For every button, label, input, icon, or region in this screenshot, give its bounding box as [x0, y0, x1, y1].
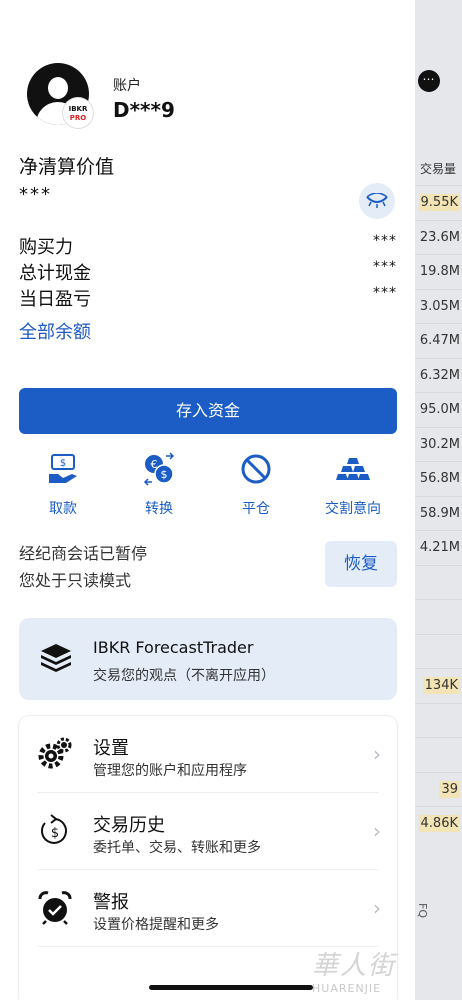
- forecast-trader-subtitle: 交易您的观点（不离开应用）: [93, 668, 275, 684]
- delivery-intent-label: 交割意向: [325, 501, 381, 517]
- trade-history-title: 交易历史: [93, 815, 165, 836]
- volume-row[interactable]: 95.0M: [415, 392, 462, 426]
- net-liquidation-label: 净清算价值: [19, 156, 115, 178]
- volume-row[interactable]: 56.8M: [415, 461, 462, 495]
- buying-power-value: ***: [373, 233, 397, 249]
- stack-layers-icon: [39, 642, 73, 676]
- volume-row[interactable]: [415, 702, 462, 737]
- svg-text:$: $: [60, 458, 66, 469]
- volume-value: 39: [439, 780, 460, 798]
- daily-pnl-value: ***: [373, 285, 397, 301]
- volume-row[interactable]: 6.32M: [415, 357, 462, 392]
- all-balances-link[interactable]: 全部余额: [19, 318, 91, 344]
- gold-bars-icon: [336, 452, 370, 486]
- delivery-intent-action[interactable]: 交割意向: [313, 452, 393, 518]
- total-cash-value: ***: [373, 259, 397, 275]
- withdraw-label: 取款: [49, 501, 77, 517]
- volume-value: 6.47M: [419, 333, 460, 348]
- alarm-clock-icon: [37, 890, 73, 926]
- gears-icon: [37, 736, 73, 772]
- settings-title: 设置: [93, 738, 129, 759]
- total-cash-label: 总计现金: [19, 263, 91, 284]
- faq-side-label[interactable]: FQ: [416, 903, 429, 918]
- volume-row[interactable]: 134K: [415, 668, 462, 702]
- deposit-funds-button[interactable]: 存入资金: [19, 388, 397, 434]
- more-icon[interactable]: ⋯: [418, 70, 440, 92]
- chevron-right-icon: ›: [373, 742, 381, 766]
- svg-text:$: $: [161, 468, 168, 481]
- volume-value: 30.2M: [419, 436, 460, 452]
- volume-value: 4.21M: [419, 540, 460, 555]
- hide-values-button[interactable]: [359, 183, 395, 219]
- buying-power-label: 购买力: [19, 237, 73, 258]
- read-only-mode-text: 您处于只读模式: [19, 571, 132, 590]
- buying-power-row: 购买力 ***: [19, 233, 397, 259]
- daily-pnl-row: 当日盈亏 ***: [19, 285, 397, 311]
- menu-item-alerts[interactable]: 警报 设置价格提醒和更多 ›: [19, 870, 397, 946]
- volume-value: 56.8M: [419, 471, 460, 486]
- volume-row[interactable]: 58.9M: [415, 495, 462, 530]
- close-position-label: 平仓: [242, 501, 270, 517]
- close-position-icon: [239, 452, 273, 486]
- menu-item-settings[interactable]: 设置 管理您的账户和应用程序 ›: [19, 716, 397, 792]
- home-indicator[interactable]: [149, 985, 313, 990]
- withdraw-action[interactable]: $ 取款: [23, 452, 103, 518]
- forecast-trader-card[interactable]: IBKR ForecastTrader 交易您的观点（不离开应用）: [19, 618, 397, 700]
- volume-row[interactable]: 9.55K: [415, 185, 462, 219]
- daily-pnl-label: 当日盈亏: [19, 289, 91, 310]
- account-drawer: IBKR PRO 账户 D***9 净清算价值 *** 购买力 *** 总计现金…: [0, 0, 415, 1000]
- account-label: 账户: [113, 78, 141, 94]
- volume-row[interactable]: 23.6M: [415, 219, 462, 254]
- chevron-right-icon: ›: [373, 819, 381, 843]
- watermark-subtext: HUARENJIE: [312, 982, 382, 995]
- close-position-action[interactable]: 平仓: [216, 452, 296, 518]
- volume-value: 23.6M: [419, 229, 460, 245]
- settings-subtitle: 管理您的账户和应用程序: [93, 763, 247, 779]
- volume-row[interactable]: 19.8M: [415, 254, 462, 288]
- exchange-action[interactable]: € $ 转换: [119, 452, 199, 518]
- watermark: 華人街 HUARENJIE: [312, 945, 396, 995]
- volume-row[interactable]: 6.47M: [415, 323, 462, 357]
- volume-value: 3.05M: [419, 298, 460, 314]
- svg-text:$: $: [51, 826, 59, 841]
- chevron-right-icon: ›: [373, 896, 381, 920]
- volume-row[interactable]: 30.2M: [415, 426, 462, 461]
- volume-value: 95.0M: [419, 402, 460, 417]
- total-cash-row: 总计现金 ***: [19, 259, 397, 285]
- avatar-head-shape: [48, 77, 68, 99]
- currency-exchange-icon: € $: [142, 452, 176, 486]
- trade-history-subtitle: 委托单、交易、转账和更多: [93, 840, 261, 856]
- withdraw-icon: $: [46, 452, 80, 486]
- volume-row[interactable]: 4.86K: [415, 806, 462, 840]
- menu-item-trade-history[interactable]: $ 交易历史 委托单、交易、转账和更多 ›: [19, 793, 397, 869]
- volume-row[interactable]: [415, 737, 462, 771]
- resume-button[interactable]: 恢复: [325, 541, 397, 587]
- volume-row[interactable]: 3.05M: [415, 288, 462, 323]
- session-paused-text: 经纪商会话已暂停: [19, 544, 148, 563]
- volume-value: 19.8M: [419, 264, 460, 279]
- badge-pro-text: PRO: [69, 114, 87, 122]
- history-dollar-icon: $: [37, 813, 73, 849]
- ibkr-pro-badge: IBKR PRO: [63, 98, 93, 128]
- eye-closed-icon: [366, 193, 388, 208]
- volume-row[interactable]: [415, 633, 462, 668]
- volume-row[interactable]: 39: [415, 771, 462, 806]
- volume-column-header: 交易量: [420, 162, 457, 176]
- alerts-title: 警报: [93, 892, 129, 913]
- volume-row[interactable]: [415, 564, 462, 599]
- volume-value: 6.32M: [419, 367, 460, 383]
- volume-value: 134K: [422, 677, 460, 694]
- volume-row[interactable]: 4.21M: [415, 530, 462, 564]
- volume-value: 9.55K: [418, 194, 460, 211]
- volume-value: 4.86K: [418, 815, 460, 832]
- account-id: D***9: [113, 98, 175, 122]
- volume-value: 58.9M: [419, 505, 460, 521]
- watermark-logo-text: 華人街: [312, 951, 397, 981]
- alerts-subtitle: 设置价格提醒和更多: [93, 917, 219, 933]
- forecast-trader-title: IBKR ForecastTrader: [93, 638, 254, 657]
- exchange-label: 转换: [145, 501, 173, 517]
- volume-row[interactable]: [415, 599, 462, 633]
- badge-ibkr-text: IBKR: [68, 105, 88, 113]
- net-liquidation-value: ***: [19, 184, 52, 205]
